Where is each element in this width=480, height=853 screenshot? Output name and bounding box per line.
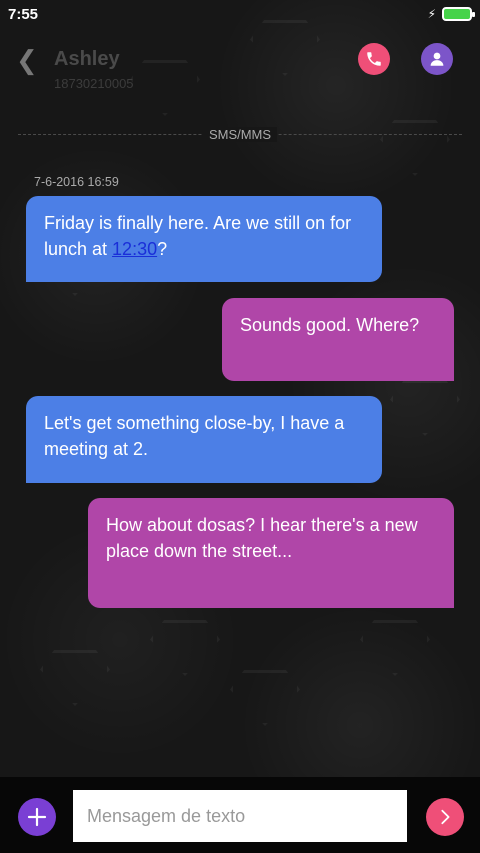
- charging-icon: ⚡: [427, 7, 436, 21]
- message-input[interactable]: [73, 790, 407, 842]
- send-button[interactable]: [426, 798, 464, 836]
- bg-gem: [40, 650, 110, 706]
- channel-label: SMS/MMS: [0, 127, 480, 142]
- message-bubble-outgoing[interactable]: How about dosas? I hear there's a new pl…: [88, 498, 454, 608]
- phone-icon: [367, 52, 381, 66]
- battery-icon: [442, 7, 475, 21]
- message-text: How about dosas? I hear there's a new pl…: [106, 515, 418, 561]
- bg-gem: [360, 620, 430, 676]
- status-time: 7:55: [8, 5, 39, 23]
- back-arrow-icon[interactable]: ❮: [16, 46, 40, 74]
- message-text: Let's get something close-by, I have a m…: [44, 413, 345, 459]
- bg-gem: [390, 380, 460, 436]
- message-text: ?: [157, 239, 168, 259]
- status-bar: 7:55 ⚡: [0, 0, 480, 28]
- message-bubble-incoming[interactable]: Friday is finally here. Are we still on …: [26, 196, 382, 282]
- message-timestamp: 7-6-2016 16:59: [34, 175, 119, 189]
- message-bubble-outgoing[interactable]: Sounds good. Where?: [222, 298, 454, 381]
- contact-name: Ashley: [54, 48, 120, 70]
- message-bubble-incoming[interactable]: Let's get something close-by, I have a m…: [26, 396, 382, 483]
- time-link[interactable]: 12:30: [112, 239, 157, 259]
- call-button[interactable]: [358, 43, 390, 75]
- contact-info-button[interactable]: [421, 43, 453, 75]
- bg-gem: [230, 670, 300, 726]
- message-text: Sounds good. Where?: [240, 315, 420, 335]
- conversation-header: ❮ Ashley 18730210005: [0, 40, 480, 100]
- composer-bar: [0, 777, 480, 853]
- add-attachment-button[interactable]: [18, 798, 56, 836]
- plus-icon: [27, 807, 47, 827]
- contact-number: 18730210005: [54, 76, 134, 91]
- bg-gem: [150, 620, 220, 676]
- person-icon: [430, 52, 444, 66]
- message-text: Friday is finally here. Are we still on …: [44, 213, 352, 259]
- chevron-right-icon: [441, 809, 450, 825]
